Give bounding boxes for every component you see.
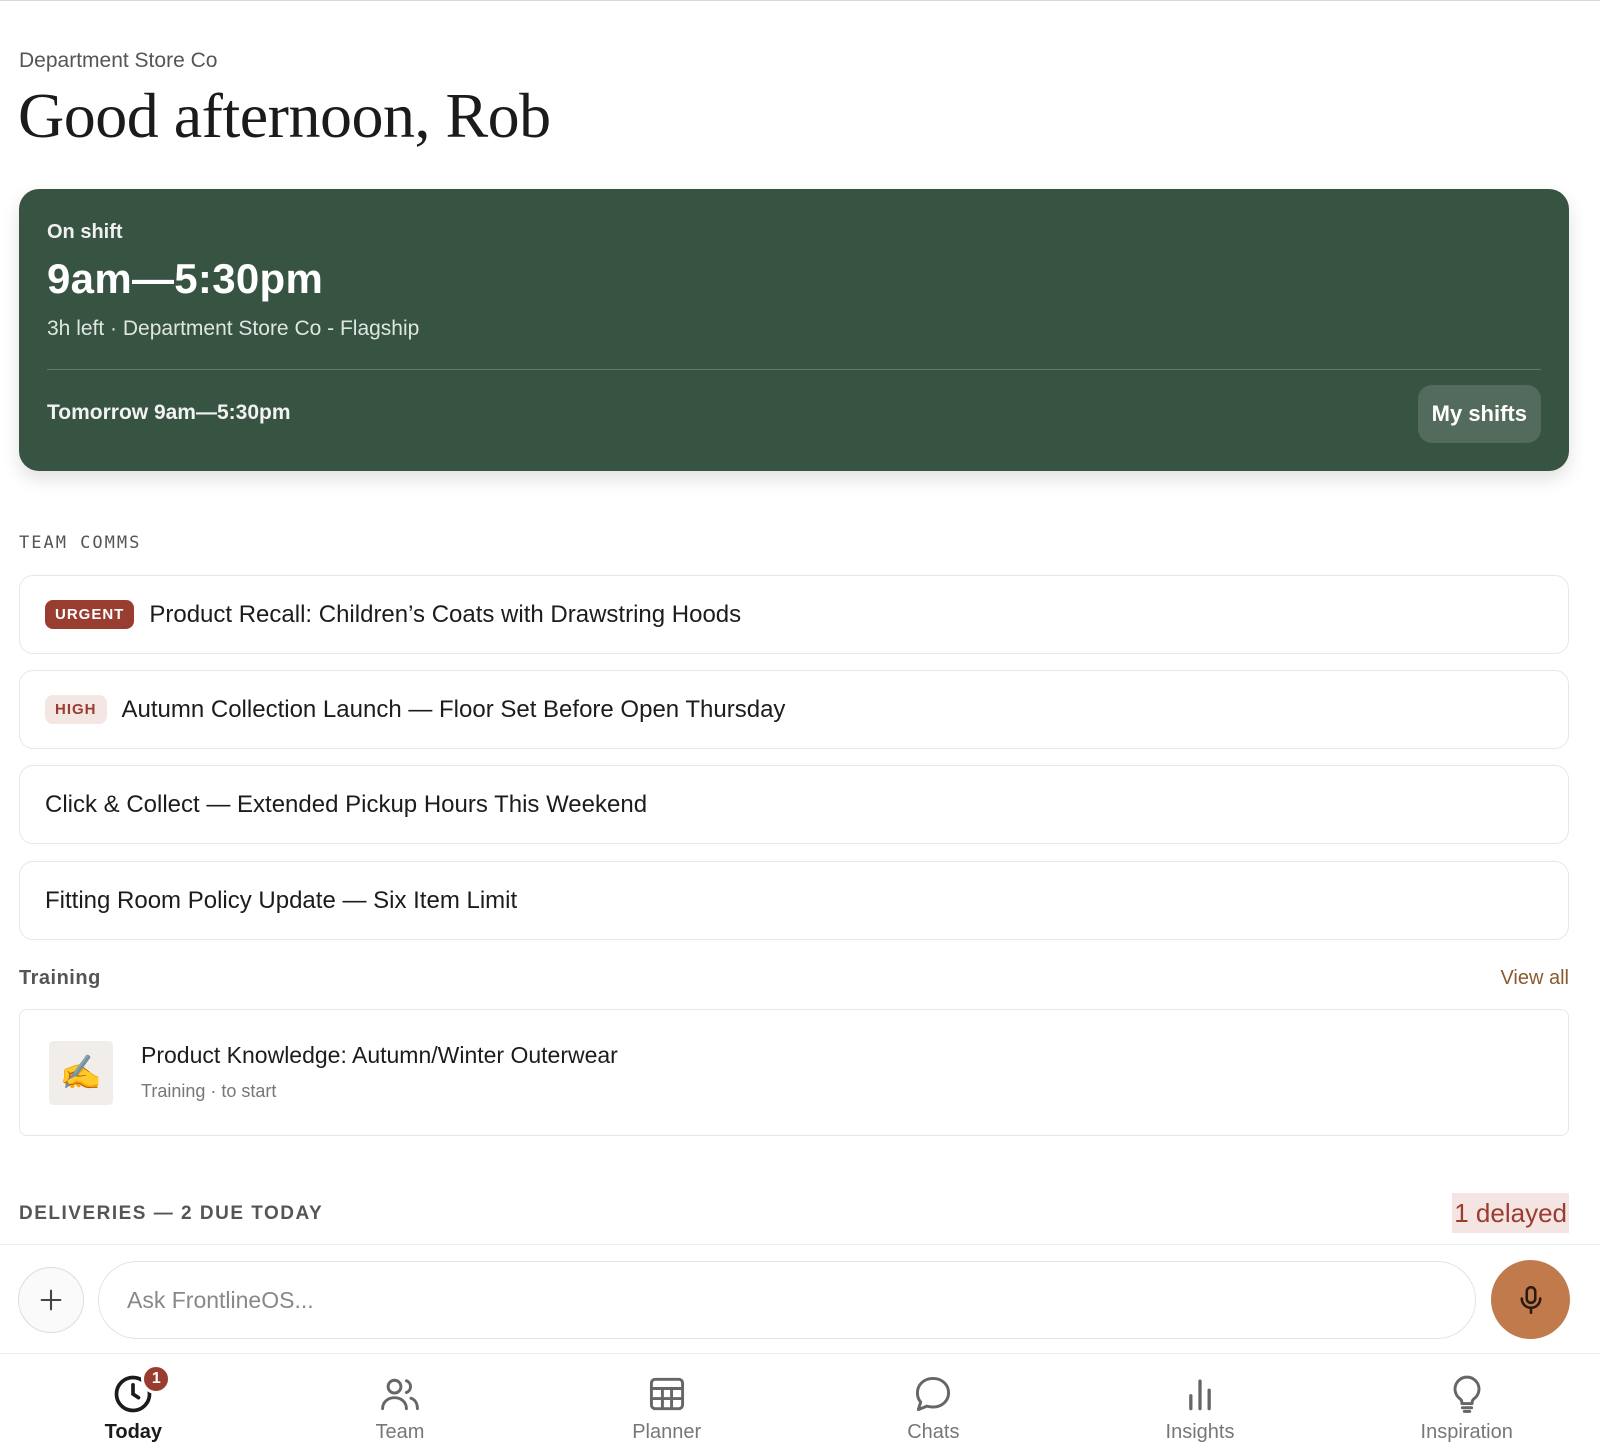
microphone-icon: [1520, 1285, 1541, 1314]
tab-planner[interactable]: Planner: [533, 1354, 800, 1456]
page-title: Good afternoon, Rob: [18, 80, 551, 151]
my-shifts-button[interactable]: My shifts: [1417, 385, 1541, 443]
comm-item[interactable]: URGENT Product Recall: Children’s Coats …: [19, 575, 1569, 654]
plus-icon: [40, 1289, 62, 1311]
tab-label: Planner: [632, 1421, 702, 1443]
view-all-link[interactable]: View all: [1500, 967, 1569, 990]
tab-label: Inspiration: [1420, 1421, 1513, 1443]
shift-meta: 3h left · Department Store Co - Flagship: [47, 317, 420, 340]
notification-badge: 1: [141, 1364, 172, 1394]
shift-status: On shift: [47, 221, 123, 243]
comm-item[interactable]: Click & Collect — Extended Pickup Hours …: [19, 765, 1569, 844]
comm-item[interactable]: Fitting Room Policy Update — Six Item Li…: [19, 861, 1569, 940]
deliveries-heading: DELIVERIES — 2 DUE TODAY: [19, 1203, 324, 1224]
delayed-badge[interactable]: 1 delayed: [1452, 1193, 1569, 1233]
urgent-badge: URGENT: [45, 600, 135, 629]
shift-time: 9am—5:30pm: [47, 255, 324, 302]
comm-title: Fitting Room Policy Update — Six Item Li…: [45, 886, 518, 914]
tab-label: Chats: [907, 1421, 960, 1443]
shift-divider: [47, 369, 1541, 370]
comm-title: Click & Collect — Extended Pickup Hours …: [45, 790, 648, 818]
tab-today[interactable]: 1 Today: [0, 1354, 267, 1456]
chat-bubble-icon: [916, 1376, 951, 1412]
app-screen: Department Store Co Good afternoon, Rob …: [0, 0, 1600, 1456]
company-name: Department Store Co: [19, 49, 218, 72]
writing-hand-icon: ✍️: [49, 1041, 113, 1105]
lightbulb-icon: [1453, 1375, 1481, 1413]
comm-item[interactable]: HIGH Autumn Collection Launch — Floor Se…: [19, 670, 1569, 749]
users-icon: [381, 1378, 419, 1411]
training-subtitle: Training · to start: [141, 1081, 277, 1101]
comm-title: Autumn Collection Launch — Floor Set Bef…: [121, 695, 786, 723]
calendar-grid-icon: [649, 1377, 684, 1411]
tab-inspiration[interactable]: Inspiration: [1333, 1354, 1600, 1456]
team-comms-heading: TEAM COMMS: [19, 533, 142, 553]
tab-insights[interactable]: Insights: [1067, 1354, 1334, 1456]
plus-button[interactable]: [18, 1267, 84, 1333]
training-heading: Training: [19, 967, 101, 989]
high-badge: HIGH: [45, 695, 107, 724]
bar-chart-icon: [1189, 1379, 1211, 1411]
ask-input[interactable]: [98, 1261, 1476, 1339]
bottom-tab-bar: 1 Today Team Planner Chats Insights Insp…: [0, 1353, 1600, 1456]
comm-title: Product Recall: Children’s Coats with Dr…: [149, 600, 742, 628]
shift-card[interactable]: On shift 9am—5:30pm 3h left · Department…: [19, 189, 1569, 471]
tab-team[interactable]: Team: [267, 1354, 534, 1456]
composer-divider: [0, 1244, 1600, 1245]
shift-tomorrow: Tomorrow 9am—5:30pm: [47, 401, 291, 424]
tab-chats[interactable]: Chats: [800, 1354, 1067, 1456]
training-card[interactable]: ✍️ Product Knowledge: Autumn/Winter Oute…: [19, 1009, 1569, 1136]
training-title: Product Knowledge: Autumn/Winter Outerwe…: [141, 1042, 618, 1068]
tab-label: Today: [104, 1421, 163, 1443]
mic-button[interactable]: [1491, 1260, 1570, 1339]
tab-label: Insights: [1165, 1421, 1235, 1443]
tab-label: Team: [375, 1421, 425, 1443]
